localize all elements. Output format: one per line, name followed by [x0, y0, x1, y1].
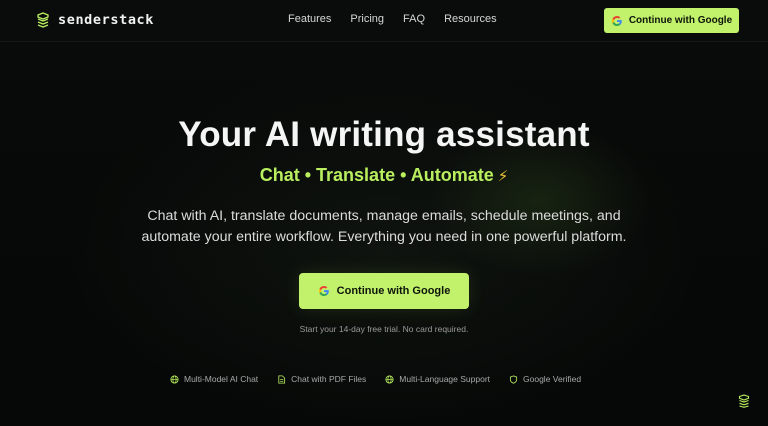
globe-icon	[385, 374, 394, 384]
nav-link-pricing[interactable]: Pricing	[350, 13, 384, 25]
layers-icon[interactable]	[738, 394, 750, 408]
nav-links: Features Pricing FAQ Resources	[288, 13, 516, 25]
lightning-icon: ⚡	[497, 168, 509, 185]
hero-title: Your AI writing assistant	[178, 115, 590, 154]
shield-icon	[509, 374, 518, 384]
feature-item: Multi-Language Support	[385, 374, 490, 384]
layers-icon	[37, 12, 49, 28]
globe-icon	[170, 374, 179, 384]
hero-subtitle-text: Chat • Translate • Automate	[259, 165, 494, 185]
feature-label: Chat with PDF Files	[291, 374, 367, 384]
hero-continue-with-google-button[interactable]: Continue with Google	[299, 273, 469, 309]
nav-cta-label: Continue with Google	[628, 15, 733, 26]
nav-link-faq[interactable]: FAQ	[403, 13, 425, 25]
feature-list: Multi-Model AI Chat Chat with PDF Files …	[170, 374, 600, 384]
brand-logo[interactable]: senderstack	[36, 11, 154, 29]
document-icon	[278, 374, 286, 384]
hero-description: Chat with AI, translate documents, manag…	[0, 206, 768, 248]
feature-item: Google Verified	[509, 374, 581, 384]
landing-page: senderstack Features Pricing FAQ Resourc…	[0, 0, 768, 426]
brand-name: senderstack	[58, 12, 155, 28]
top-navbar: senderstack Features Pricing FAQ Resourc…	[0, 0, 768, 42]
hero-subtitle: Chat • Translate • Automate ⚡	[0, 165, 768, 186]
feature-item: Chat with PDF Files	[277, 374, 366, 384]
feature-label: Multi-Language Support	[399, 374, 491, 384]
feature-item: Multi-Model AI Chat	[170, 374, 258, 384]
nav-continue-with-google-button[interactable]: Continue with Google	[604, 8, 739, 33]
hero-cta-label: Continue with Google	[336, 285, 451, 297]
hero-description-line-2: automate your entire workflow. Everythin…	[141, 229, 627, 245]
nav-link-resources[interactable]: Resources	[444, 13, 497, 25]
feature-label: Google Verified	[523, 374, 582, 384]
nav-link-features[interactable]: Features	[288, 13, 331, 25]
trial-note: Start your 14-day free trial. No card re…	[299, 324, 469, 334]
feature-label: Multi-Model AI Chat	[184, 374, 259, 384]
hero-description-line-1: Chat with AI, translate documents, manag…	[147, 208, 621, 224]
google-icon	[611, 15, 622, 26]
google-icon	[318, 286, 329, 296]
